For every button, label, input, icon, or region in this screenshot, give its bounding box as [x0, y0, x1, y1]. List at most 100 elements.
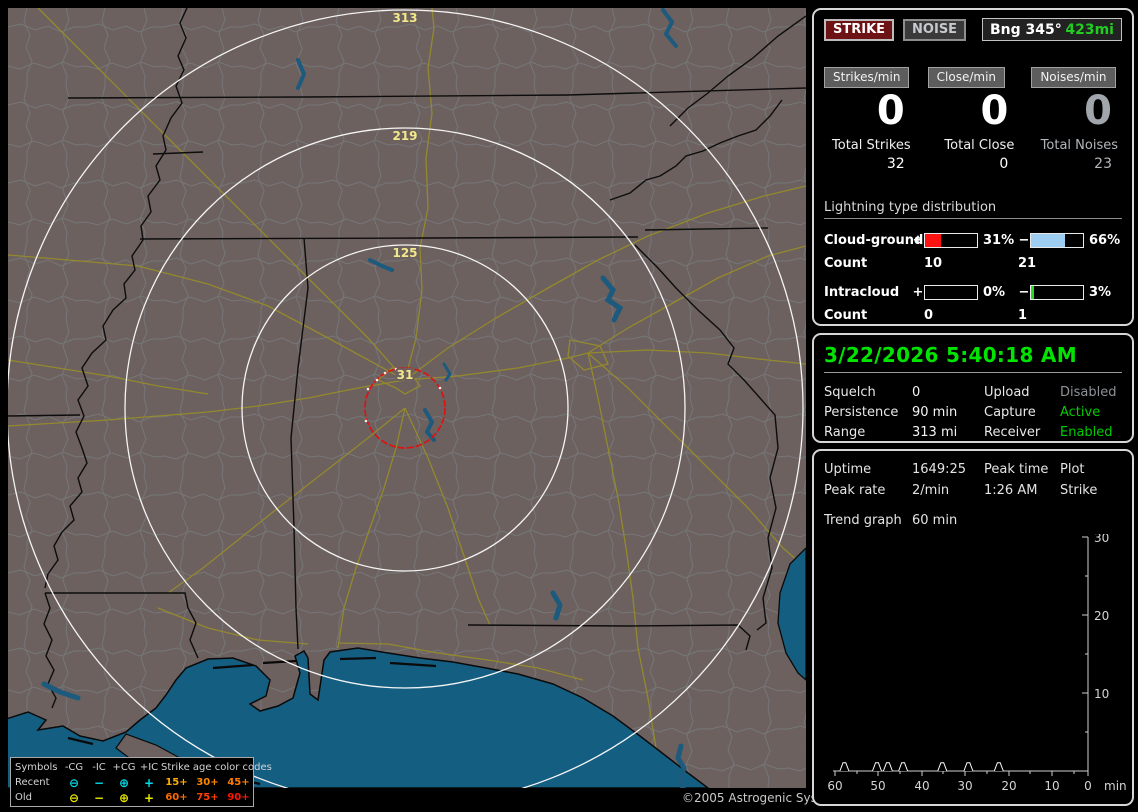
ic-count-label: Count [824, 307, 868, 323]
peak-rate-value: 2/min [912, 483, 950, 498]
x-axis-unit: min [1104, 779, 1126, 793]
persistence-row: Persistence 90 min Capture Active [824, 402, 1122, 422]
peak-time-value: 1:26 AM [984, 483, 1038, 498]
age-code-90: 90+ [227, 791, 250, 803]
trend-graph: 30 20 10 60 50 40 30 20 10 0 min [827, 531, 1126, 793]
trend-axes [833, 537, 1089, 772]
upload-status: Disabled [1060, 384, 1117, 400]
legend-neg-cg-header: -CG [64, 761, 84, 773]
plus-sign: + [912, 232, 924, 248]
ring-label-31: 31 [397, 368, 414, 382]
total-noises-value: 23 [1094, 156, 1112, 172]
trend-graph-window: 60 min [912, 513, 958, 528]
cloud-ground-row: Cloud-ground + 31% − 66% [824, 228, 1122, 252]
receiver-label: Receiver [984, 424, 1041, 440]
ic-negative-percent: 3% [1089, 284, 1112, 300]
range-row: Range 313 mi Receiver Enabled [824, 422, 1122, 442]
uptime-value: 1649:25 [912, 462, 967, 477]
intracloud-label: Intracloud [824, 284, 900, 300]
distribution-title: Lightning type distribution [824, 200, 1122, 219]
ring-label-219: 219 [392, 129, 417, 143]
uptime-row: Uptime 1649:25 Peak time Plot [824, 459, 1122, 480]
recent-neg-cg-icon: ⊖ [68, 775, 80, 790]
cg-positive-bar [924, 232, 978, 248]
map-display[interactable]: 313 219 125 31 [8, 8, 806, 788]
plot-mode-value: Strike [1060, 483, 1098, 498]
age-code-60: 60+ [165, 791, 188, 803]
ic-negative-bar-fill [1031, 285, 1034, 299]
ic-negative-count: 1 [1018, 307, 1028, 323]
noise-toggle-button[interactable]: NOISE [903, 18, 967, 41]
strikes-per-min-header: Strikes/min [824, 67, 910, 88]
x-tick-10: 10 [1044, 779, 1059, 793]
recent-pos-cg-icon: ⊕ [118, 775, 130, 790]
total-close-value: 0 [999, 156, 1009, 172]
ring-label-313: 313 [392, 11, 417, 25]
intracloud-row: Intracloud + 0% − 3% [824, 280, 1122, 304]
minus-sign: − [1018, 284, 1030, 300]
old-pos-ic-icon: + [143, 790, 155, 805]
recent-neg-ic-icon: − [93, 775, 105, 790]
squelch-value: 0 [912, 384, 921, 400]
strike-toggle-button[interactable]: STRIKE [824, 18, 895, 41]
lightning-type-distribution: Lightning type distribution Cloud-ground… [824, 200, 1122, 326]
cg-negative-percent: 66% [1089, 232, 1121, 248]
cg-positive-count: 10 [924, 255, 943, 271]
bearing-distance: 423mi [1065, 21, 1114, 38]
strike-rate-trace [839, 762, 1004, 772]
intracloud-count-row: Count 0 1 [824, 304, 1122, 326]
bearing-readout: Bng 345° 423mi [982, 18, 1122, 41]
cg-count-label: Count [824, 255, 868, 271]
range-label: Range [824, 424, 866, 440]
close-per-min-header: Close/min [927, 67, 1006, 88]
peak-rate-row: Peak rate 2/min 1:26 AM Strike [824, 480, 1122, 501]
x-tick-40: 40 [914, 779, 929, 793]
age-code-15: 15+ [165, 776, 188, 788]
range-value: 313 mi [912, 424, 958, 440]
cloud-ground-count-row: Count 10 21 [824, 252, 1122, 274]
total-strikes-label: Total Strikes [832, 138, 911, 153]
recent-pos-ic-icon: + [143, 775, 155, 790]
cg-positive-bar-fill [925, 233, 942, 247]
map-legend: Symbols -CG -IC +CG +IC Strike age color… [10, 757, 272, 807]
trend-graph-label: Trend graph [824, 513, 902, 528]
close-per-min-column: Close/min 0 Total Close 0 [927, 66, 1019, 172]
total-strikes-value: 32 [886, 156, 905, 172]
x-tick-0: 0 [1084, 779, 1092, 793]
capture-status: Active [1060, 404, 1101, 420]
datetime-readout: 3/22/2026 5:40:18 AM [824, 343, 1077, 367]
legend-recent-label: Recent [15, 776, 50, 788]
cloud-ground-label: Cloud-ground [824, 232, 924, 248]
peak-time-label: Peak time [984, 462, 1049, 477]
noises-per-min-header: Noises/min [1031, 67, 1116, 88]
capture-label: Capture [984, 404, 1036, 420]
legend-old-label: Old [15, 791, 32, 803]
x-tick-30: 30 [957, 779, 972, 793]
ic-positive-count: 0 [924, 307, 934, 323]
status-panel: 3/22/2026 5:40:18 AM Squelch 0 Upload Di… [812, 333, 1134, 443]
age-code-75: 75+ [196, 791, 219, 803]
lightning-map[interactable]: 313 219 125 31 [8, 8, 806, 788]
x-tick-60: 60 [827, 779, 842, 793]
strikes-per-min-column: Strikes/min 0 Total Strikes 32 [824, 66, 915, 172]
squelch-label: Squelch [824, 384, 876, 400]
x-tick-20: 20 [1001, 779, 1016, 793]
peak-rate-label: Peak rate [824, 483, 886, 498]
y-tick-30: 30 [1094, 534, 1109, 545]
old-neg-cg-icon: ⊖ [68, 790, 80, 805]
x-axis-ticks [834, 771, 1089, 776]
receiver-status: Enabled [1060, 424, 1113, 440]
ic-negative-bar [1030, 284, 1084, 300]
legend-symbols-header: Symbols [15, 761, 58, 773]
persistence-value: 90 min [912, 404, 958, 420]
age-code-30: 30+ [196, 776, 219, 788]
minus-sign: − [1018, 232, 1030, 248]
legend-pos-cg-header: +CG [112, 761, 136, 773]
squelch-row: Squelch 0 Upload Disabled [824, 382, 1122, 402]
age-code-45: 45+ [227, 776, 250, 788]
strikes-per-min-value: 0 [876, 88, 905, 134]
y-axis-ticks [1082, 536, 1088, 733]
noises-per-min-column: Noises/min 0 Total Noises 23 [1031, 66, 1122, 172]
total-noises-label: Total Noises [1040, 138, 1118, 153]
noises-per-min-value: 0 [1084, 88, 1112, 134]
